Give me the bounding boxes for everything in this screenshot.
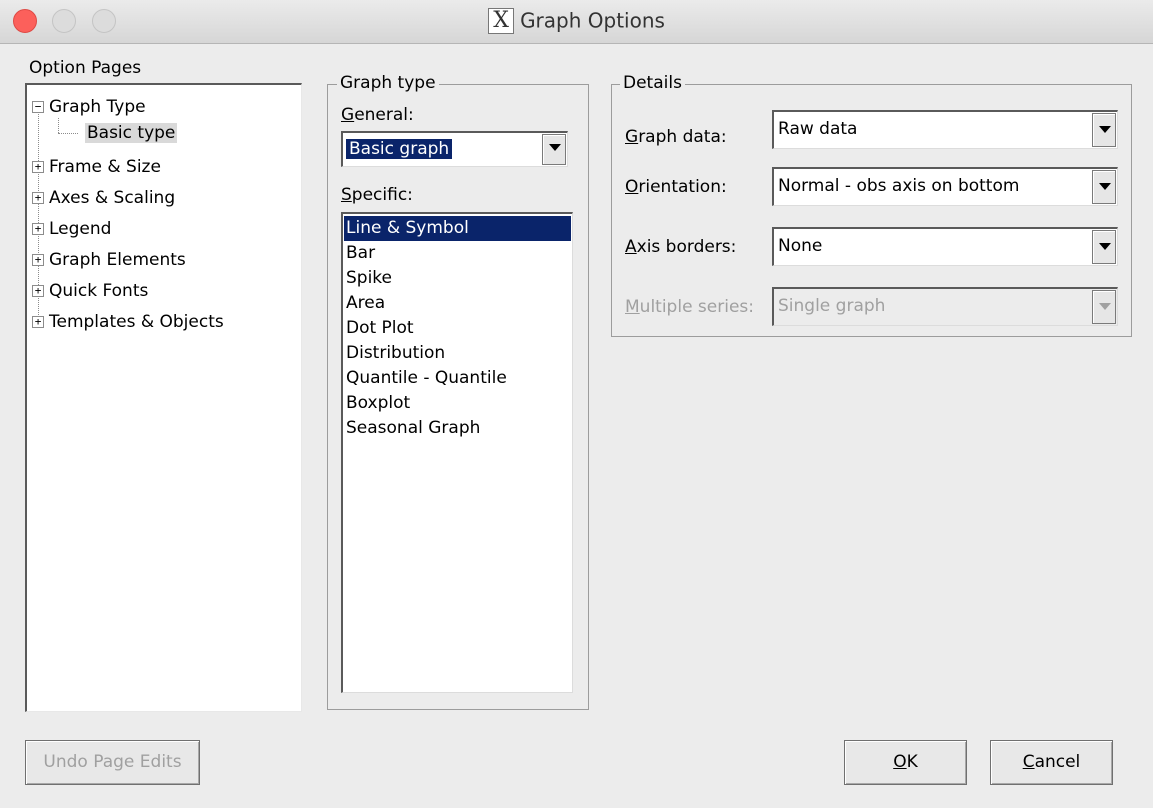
graph-data-label-mnemonic: G: [625, 127, 639, 147]
general-label: General:: [341, 105, 414, 125]
tree-item-label: Graph Elements: [49, 250, 186, 270]
tree-connector: [58, 118, 59, 133]
ok-button-mnemonic: O: [893, 752, 907, 772]
title-bar: X Graph Options: [0, 0, 1153, 44]
list-item-line-symbol[interactable]: Line & Symbol: [344, 216, 571, 241]
specific-label-mnemonic: S: [341, 185, 352, 205]
general-label-text: eneral:: [354, 105, 414, 125]
graph-data-label: Graph data:: [625, 127, 727, 147]
multiple-series-label-text: ultiple series:: [639, 297, 755, 317]
list-item-seasonal-graph[interactable]: Seasonal Graph: [346, 416, 480, 441]
multiple-series-select: Single graph: [772, 287, 1118, 326]
list-item-quantile-quantile[interactable]: Quantile - Quantile: [346, 366, 507, 391]
chevron-down-icon: [1099, 126, 1111, 133]
list-item-bar[interactable]: Bar: [346, 241, 375, 266]
option-pages-tree[interactable]: − Graph Type Basic type + Frame & Size +…: [25, 83, 302, 712]
specific-label: Specific:: [341, 185, 413, 205]
tree-item-basic-type[interactable]: Basic type: [85, 123, 178, 143]
tree-connector: [58, 133, 78, 134]
chevron-down-icon: [549, 144, 561, 151]
collapse-icon[interactable]: −: [32, 101, 44, 113]
list-item-distribution[interactable]: Distribution: [346, 341, 445, 366]
tree-item-label: Templates & Objects: [49, 312, 224, 332]
specific-label-text: pecific:: [351, 185, 413, 205]
window-title-group: X Graph Options: [0, 7, 1153, 34]
list-item-dot-plot[interactable]: Dot Plot: [346, 316, 414, 341]
graph-data-label-text: raph data:: [638, 127, 727, 147]
cancel-button-text: ancel: [1034, 752, 1081, 772]
axis-borders-select[interactable]: None: [772, 227, 1118, 266]
expand-icon[interactable]: +: [32, 285, 44, 297]
app-icon: X: [488, 7, 515, 34]
axis-borders-label-text: xis borders:: [636, 237, 737, 257]
graph-type-group-label: Graph type: [337, 73, 439, 93]
general-select-dropdown-button[interactable]: [542, 134, 566, 165]
orientation-label: Orientation:: [625, 177, 727, 197]
tree-item-label: Legend: [49, 219, 112, 239]
list-item-area[interactable]: Area: [346, 291, 385, 316]
expand-icon[interactable]: +: [32, 192, 44, 204]
tree-item-label: Axes & Scaling: [49, 188, 176, 208]
details-group-label: Details: [620, 73, 685, 93]
general-label-mnemonic: G: [341, 105, 355, 125]
axis-borders-dropdown-button[interactable]: [1092, 230, 1116, 264]
axis-borders-select-value: None: [778, 236, 823, 256]
orientation-label-text: rientation:: [638, 177, 727, 197]
orientation-select[interactable]: Normal - obs axis on bottom: [772, 167, 1118, 206]
multiple-series-dropdown-button: [1092, 290, 1116, 324]
graph-data-dropdown-button[interactable]: [1092, 113, 1116, 147]
multiple-series-label: Multiple series:: [625, 297, 754, 317]
graph-data-select[interactable]: Raw data: [772, 110, 1118, 149]
tree-item-label: Frame & Size: [49, 157, 161, 177]
ok-button-text: K: [906, 752, 918, 772]
chevron-down-icon: [1099, 303, 1111, 310]
option-pages-label: Option Pages: [29, 58, 142, 78]
axis-borders-label-mnemonic: A: [625, 237, 637, 257]
cancel-button-mnemonic: C: [1022, 752, 1035, 772]
tree-item-label: Quick Fonts: [49, 281, 149, 301]
general-select-value: Basic graph: [346, 139, 453, 159]
general-select[interactable]: Basic graph: [341, 131, 568, 167]
orientation-select-value: Normal - obs axis on bottom: [778, 176, 1020, 196]
axis-borders-label: Axis borders:: [625, 237, 736, 257]
cancel-button[interactable]: Cancel: [990, 740, 1113, 785]
window-title: Graph Options: [520, 8, 665, 33]
ok-button[interactable]: OK: [844, 740, 967, 785]
undo-page-edits-button: Undo Page Edits: [25, 740, 200, 785]
expand-icon[interactable]: +: [32, 316, 44, 328]
multiple-series-label-mnemonic: M: [625, 297, 640, 317]
expand-icon[interactable]: +: [32, 254, 44, 266]
list-item-spike[interactable]: Spike: [346, 266, 392, 291]
chevron-down-icon: [1099, 243, 1111, 250]
tree-item-label: Basic type: [85, 123, 178, 143]
orientation-dropdown-button[interactable]: [1092, 170, 1116, 204]
specific-listbox[interactable]: Line & Symbol Bar Spike Area Dot Plot Di…: [341, 212, 573, 693]
expand-icon[interactable]: +: [32, 223, 44, 235]
graph-data-select-value: Raw data: [778, 119, 858, 139]
expand-icon[interactable]: +: [32, 161, 44, 173]
chevron-down-icon: [1099, 183, 1111, 190]
list-item-boxplot[interactable]: Boxplot: [346, 391, 410, 416]
tree-item-label: Graph Type: [49, 97, 146, 117]
orientation-label-mnemonic: O: [625, 177, 639, 197]
multiple-series-select-value: Single graph: [778, 296, 886, 316]
